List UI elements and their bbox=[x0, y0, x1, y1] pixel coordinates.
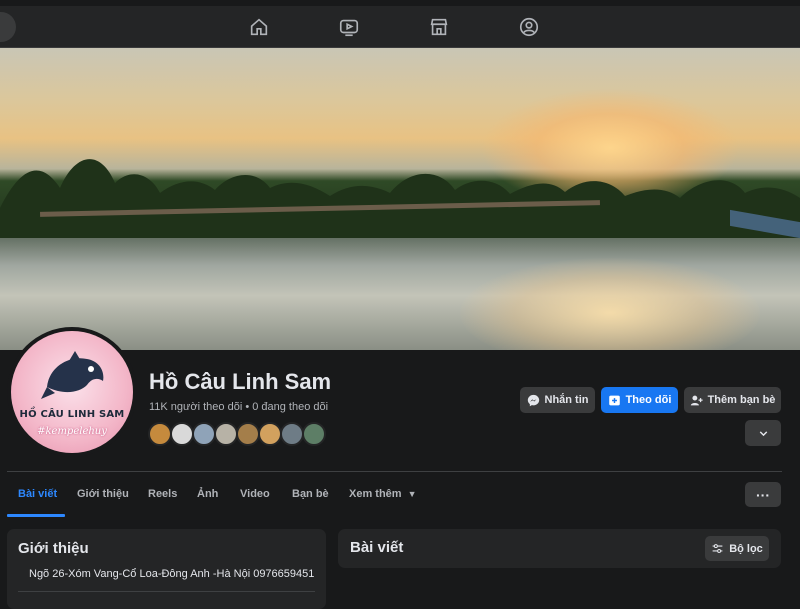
message-button[interactable]: Nhắn tin bbox=[520, 387, 595, 413]
intro-address: Ngõ 26-Xóm Vang-Cổ Loa-Đông Anh -Hà Nội … bbox=[29, 568, 315, 580]
tab-friends[interactable]: Bạn bè bbox=[292, 488, 329, 500]
top-navigation-bar bbox=[0, 6, 800, 48]
posts-title: Bài viết bbox=[350, 539, 404, 556]
tab-about[interactable]: Giới thiệu bbox=[77, 488, 129, 500]
friend-avatar[interactable] bbox=[258, 422, 282, 446]
friend-avatar[interactable] bbox=[148, 422, 172, 446]
marketplace-icon[interactable] bbox=[428, 16, 450, 38]
more-actions-button[interactable] bbox=[745, 420, 781, 446]
tab-see-more[interactable]: Xem thêm ▼ bbox=[349, 488, 417, 500]
tab-see-more-label: Xem thêm bbox=[349, 488, 402, 500]
profile-divider bbox=[7, 471, 782, 472]
intro-panel: Giới thiệu Ngõ 26-Xóm Vang-Cổ Loa-Đông A… bbox=[7, 529, 326, 609]
friend-avatar[interactable] bbox=[192, 422, 216, 446]
friend-avatar[interactable] bbox=[236, 422, 260, 446]
cover-photo[interactable] bbox=[0, 48, 800, 350]
friend-avatar[interactable] bbox=[280, 422, 304, 446]
search-box-edge[interactable] bbox=[0, 12, 16, 42]
intro-divider bbox=[18, 591, 315, 592]
profile-avatar[interactable]: HỒ CÂU LINH SAM #kempelehuy bbox=[7, 327, 137, 457]
avatar-script-text: #kempelehuy bbox=[37, 426, 107, 437]
active-tab-indicator bbox=[7, 514, 65, 517]
friend-avatar[interactable] bbox=[214, 422, 238, 446]
home-icon[interactable] bbox=[248, 16, 270, 38]
add-friend-button[interactable]: Thêm bạn bè bbox=[684, 387, 781, 413]
message-button-label: Nhắn tin bbox=[544, 394, 589, 406]
tab-videos[interactable]: Video bbox=[240, 488, 270, 500]
messenger-icon bbox=[527, 394, 539, 406]
cover-treeline bbox=[0, 159, 800, 238]
avatar-logo: HỒ CÂU LINH SAM #kempelehuy bbox=[11, 331, 133, 453]
intro-title: Giới thiệu bbox=[18, 540, 89, 557]
tabs-more-options-button[interactable]: ··· bbox=[745, 482, 781, 507]
video-icon[interactable] bbox=[338, 16, 360, 38]
add-friend-icon bbox=[690, 395, 703, 405]
follow-icon bbox=[608, 395, 620, 405]
tab-reels[interactable]: Reels bbox=[148, 488, 177, 500]
follower-stats[interactable]: 11K người theo dõi • 0 đang theo dõi bbox=[149, 401, 328, 413]
follow-button-label: Theo dõi bbox=[625, 394, 672, 406]
ellipsis-icon: ··· bbox=[756, 486, 770, 503]
posts-panel: Bài viết Bộ lọc bbox=[338, 529, 781, 568]
groups-icon[interactable] bbox=[518, 16, 540, 38]
filter-button[interactable]: Bộ lọc bbox=[705, 536, 769, 561]
filter-button-label: Bộ lọc bbox=[729, 542, 763, 555]
add-friend-button-label: Thêm bạn bè bbox=[707, 394, 776, 406]
page-name: Hồ Câu Linh Sam bbox=[149, 369, 332, 394]
avatar-brand-text: HỒ CÂU LINH SAM bbox=[19, 409, 125, 420]
friend-avatar[interactable] bbox=[302, 422, 326, 446]
chevron-down-icon bbox=[759, 430, 767, 436]
caret-down-icon: ▼ bbox=[407, 489, 417, 499]
tab-posts[interactable]: Bài viết bbox=[18, 488, 57, 500]
follow-button[interactable]: Theo dõi bbox=[601, 387, 678, 413]
cover-water-reflection bbox=[460, 258, 760, 350]
filter-sliders-icon bbox=[712, 544, 723, 553]
fish-logo-icon bbox=[41, 351, 104, 399]
friend-avatar[interactable] bbox=[170, 422, 194, 446]
tab-photos[interactable]: Ảnh bbox=[197, 488, 218, 500]
